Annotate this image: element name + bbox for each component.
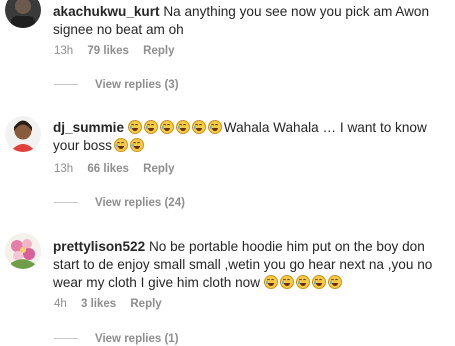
face-with-tears-of-joy-icon <box>129 138 144 152</box>
face-with-tears-of-joy-icon <box>175 120 190 134</box>
comment-likes[interactable]: 3 likes <box>81 298 116 310</box>
comment-meta: 4h 3 likes Reply <box>54 298 173 310</box>
face-with-tears-of-joy-icon <box>127 120 142 134</box>
comment-meta: 13h 66 likes Reply <box>54 163 186 175</box>
face-with-tears-of-joy-icon <box>295 275 310 289</box>
divider-line <box>54 202 78 204</box>
comment-text: akachukwu_kurt Na anything you see now y… <box>53 3 449 39</box>
avatar[interactable] <box>5 233 41 269</box>
face-with-tears-of-joy-icon <box>279 275 294 289</box>
view-replies-label: View replies (1) <box>95 333 179 345</box>
reply-button[interactable]: Reply <box>143 45 174 57</box>
face-with-tears-of-joy-icon <box>191 120 206 134</box>
view-replies-button[interactable]: View replies (1) <box>54 333 179 345</box>
view-replies-button[interactable]: View replies (24) <box>54 197 185 209</box>
comment-username[interactable]: akachukwu_kurt <box>53 4 160 19</box>
comment-time: 4h <box>54 298 67 310</box>
comment-likes[interactable]: 79 likes <box>87 45 129 57</box>
reply-button[interactable]: Reply <box>130 298 161 310</box>
view-replies-label: View replies (24) <box>95 197 185 209</box>
divider-line <box>54 338 78 340</box>
view-replies-button[interactable]: View replies (3) <box>54 79 179 91</box>
face-with-tears-of-joy-icon <box>263 275 278 289</box>
face-with-tears-of-joy-icon <box>327 275 342 289</box>
view-replies-label: View replies (3) <box>95 79 179 91</box>
divider-line <box>54 84 78 86</box>
face-with-tears-of-joy-icon <box>159 120 174 134</box>
comment-text: prettylison522 No be portable hoodie him… <box>53 238 449 292</box>
comment-text: dj_summie Wahala Wahala … I want to know… <box>53 119 449 155</box>
comment-item: prettylison522 No be portable hoodie him… <box>0 228 455 328</box>
comment-username[interactable]: prettylison522 <box>53 239 145 254</box>
avatar[interactable] <box>5 0 41 28</box>
comment-likes[interactable]: 66 likes <box>87 163 129 175</box>
avatar[interactable] <box>5 116 41 152</box>
reply-button[interactable]: Reply <box>143 163 174 175</box>
comment-meta: 13h 79 likes Reply <box>54 45 186 57</box>
comment-time: 13h <box>54 45 74 57</box>
face-with-tears-of-joy-icon <box>311 275 326 289</box>
face-with-tears-of-joy-icon <box>113 138 128 152</box>
comment-username[interactable]: dj_summie <box>53 120 124 135</box>
face-with-tears-of-joy-icon <box>207 120 222 134</box>
comment-time: 13h <box>54 163 74 175</box>
face-with-tears-of-joy-icon <box>143 120 158 134</box>
